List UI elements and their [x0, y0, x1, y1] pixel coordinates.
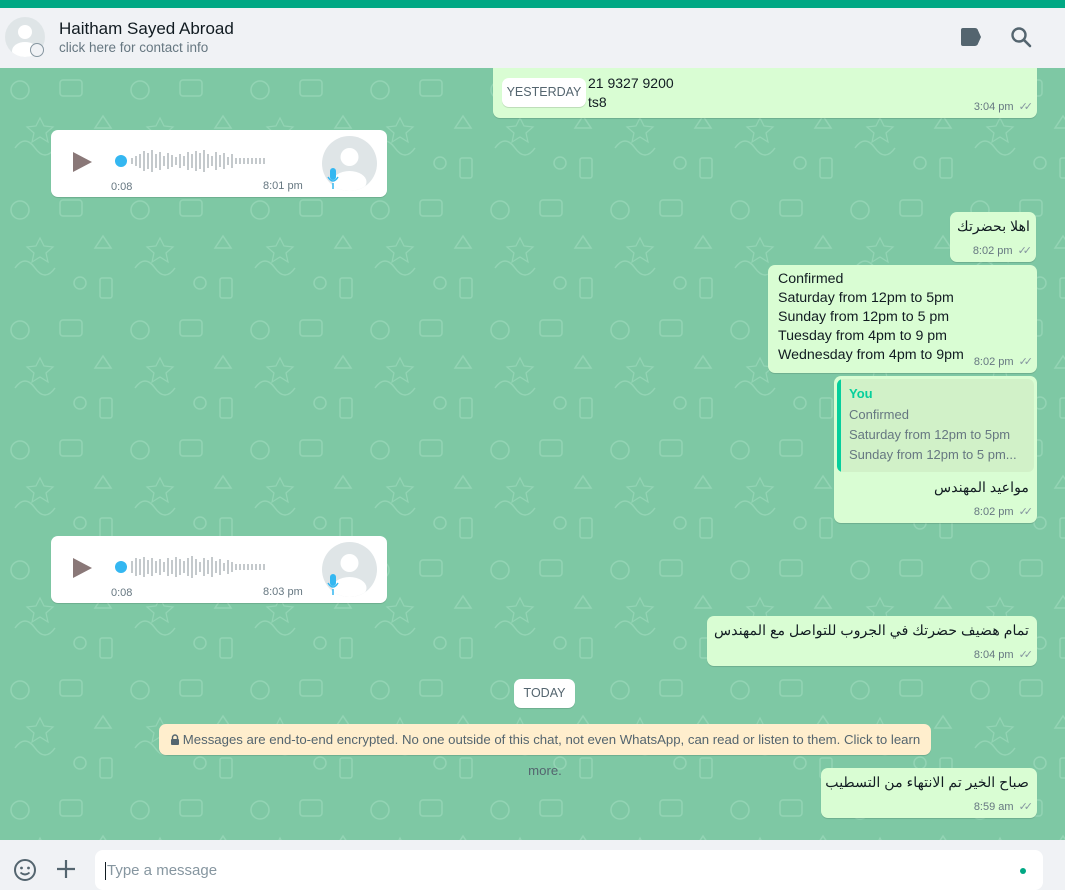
message-time: 8:02 pm: [973, 355, 1014, 368]
contact-name[interactable]: Haitham Sayed Abroad: [59, 19, 234, 39]
message-time: 8:01 pm: [263, 180, 303, 192]
message-input-placeholder: Type a message: [107, 862, 218, 879]
top-accent-bar: [0, 0, 1065, 8]
emoji-icon[interactable]: [13, 858, 37, 887]
quote-line: Confirmed: [849, 407, 909, 422]
message-bubble-outgoing[interactable]: You Confirmed Saturday from 12pm to 5pm …: [834, 376, 1037, 523]
date-divider-today: TODAY: [514, 679, 575, 708]
message-bubble-outgoing[interactable]: اهلا بحضرتك 8:02 pm ✓✓: [950, 212, 1036, 262]
playback-position-handle[interactable]: [115, 561, 127, 573]
status-dot: [1020, 868, 1026, 874]
message-bubble-outgoing[interactable]: Confirmed Saturday from 12pm to 5pm Sund…: [768, 265, 1037, 373]
quote-author: You: [849, 386, 873, 401]
message-time: 8:02 pm: [972, 244, 1013, 257]
composer-bar: Type a message: [0, 840, 1065, 890]
mic-icon: [327, 168, 339, 189]
play-icon[interactable]: [73, 558, 92, 578]
date-divider-yesterday: YESTERDAY: [502, 78, 586, 107]
search-icon[interactable]: [1010, 26, 1032, 53]
message-text: اهلا بحضرتك: [957, 219, 1030, 235]
message-text: صباح الخير تم الانتهاء من التسطيب: [825, 775, 1029, 791]
double-tick-icon: ✓✓: [1018, 801, 1034, 813]
lock-icon: [170, 734, 179, 745]
double-tick-icon: ✓✓: [1017, 245, 1033, 257]
voice-duration: 0:08: [111, 587, 133, 599]
message-text: تمام هضيف حضرتك في الجروب للتواصل مع الم…: [713, 623, 1029, 639]
message-time: 8:03 pm: [263, 586, 303, 598]
quote-line: Sunday from 12pm to 5 pm...: [849, 447, 1017, 462]
message-text: Confirmed Saturday from 12pm to 5pm Sund…: [778, 270, 964, 365]
message-time: 8:04 pm: [973, 648, 1014, 661]
message-bubble-outgoing[interactable]: تمام هضيف حضرتك في الجروب للتواصل مع الم…: [707, 616, 1037, 666]
playback-position-handle[interactable]: [115, 155, 127, 167]
message-time: 3:04 pm: [973, 100, 1014, 113]
voice-waveform[interactable]: [131, 148, 266, 174]
message-text: 21 9327 9200: [588, 75, 674, 91]
double-tick-icon: ✓✓: [1018, 101, 1034, 113]
message-input[interactable]: Type a message: [95, 850, 1043, 890]
message-line: Tuesday from 4pm to 9 pm: [778, 328, 948, 344]
encryption-notice[interactable]: Messages are end-to-end encrypted. No on…: [159, 724, 931, 778]
mic-icon: [327, 574, 339, 595]
quote-line: Saturday from 12pm to 5pm: [849, 427, 1011, 442]
voice-duration: 0:08: [111, 181, 133, 193]
message-time: 8:59 am: [973, 800, 1014, 813]
text-caret: [105, 862, 106, 880]
double-tick-icon: ✓✓: [1018, 649, 1034, 661]
quoted-message[interactable]: You Confirmed Saturday from 12pm to 5pm …: [837, 379, 1034, 472]
voice-waveform[interactable]: [131, 554, 266, 580]
message-text: مواعيد المهندس: [933, 480, 1029, 496]
double-tick-icon: ✓✓: [1018, 356, 1034, 368]
message-time: 8:02 pm: [973, 505, 1014, 518]
status-icon: [30, 43, 44, 57]
double-tick-icon: ✓✓: [1018, 506, 1034, 518]
message-line: Saturday from 12pm to 5pm: [778, 290, 954, 306]
plus-icon[interactable]: [55, 858, 77, 885]
chat-header[interactable]: Haitham Sayed Abroad click here for cont…: [0, 8, 1065, 69]
message-line: Confirmed: [778, 271, 844, 287]
message-line: Sunday from 12pm to 5 pm: [778, 309, 950, 325]
contact-info-link[interactable]: click here for contact info: [59, 40, 208, 55]
voice-message[interactable]: 0:08 8:03 pm: [51, 536, 387, 603]
play-icon[interactable]: [73, 152, 92, 172]
chat-area[interactable]: 21 9327 9200 ts8 3:04 pm ✓✓ YESTERDAY 0:0…: [0, 68, 1065, 840]
voice-message[interactable]: 0:08 8:01 pm: [51, 130, 387, 197]
label-icon[interactable]: [960, 28, 982, 51]
message-text: ts8: [588, 94, 607, 110]
message-bubble-outgoing[interactable]: صباح الخير تم الانتهاء من التسطيب 8:59 a…: [821, 768, 1037, 818]
message-line: Wednesday from 4pm to 9pm: [778, 347, 964, 363]
